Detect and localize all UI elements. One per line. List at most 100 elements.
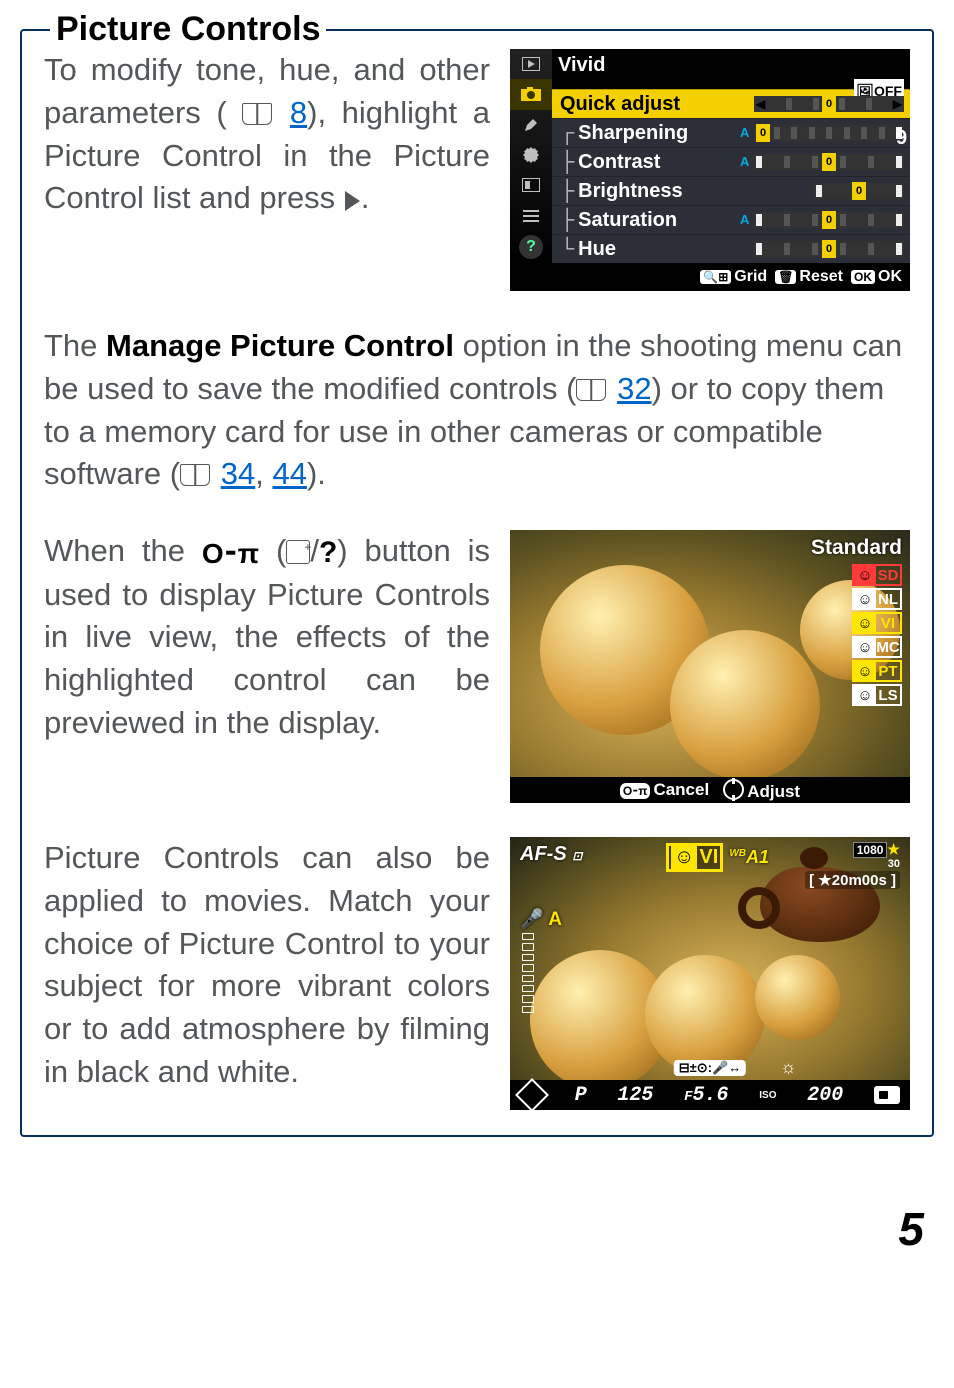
iso-label: ISO [759,1091,776,1100]
book-icon [180,464,210,486]
row-preview: When the O⁃π (/?) button is used to disp… [44,530,910,803]
row-manage: The Manage Picture Control option in the… [44,325,910,496]
menu-item-label: Saturation [578,209,748,232]
playback-tab-icon[interactable] [510,49,552,79]
row-movie: Picture Controls can also be applied to … [44,837,910,1110]
p3-t2: ( [259,533,286,568]
pencil-tab-icon[interactable] [510,110,552,140]
lv-icon [874,1086,900,1104]
slider-contrast[interactable]: A 0 [754,154,904,170]
pc-badge-vi[interactable]: ☺VI [852,612,902,634]
slider-saturation[interactable]: A 0 [754,212,904,228]
shooting-tab-icon[interactable] [510,79,552,109]
exposure-comp-meter: ⊟±⊙:🎤↔ [674,1060,746,1076]
camera-menu-panel: Vivid 🖼OFF ? Quick adjust ◀ [510,49,910,291]
movie-top-overlay: AF-S ⊡ ☺VI WBA1 1080★30 [510,843,910,872]
p3-t3: / [310,533,319,568]
picture-controls-section: Picture Controls To modify tone, hue, an… [20,10,934,1137]
section-title: Picture Controls [50,10,326,49]
iso-value: 200 [807,1084,843,1107]
book-icon [242,103,272,125]
menu-item-label: Quick adjust [560,93,748,116]
brightness-icon: ☼ [780,1057,797,1078]
movie-bottom-overlay: P 125 F5.6 ISO 200 [510,1080,910,1110]
page-number: 5 [0,1167,954,1256]
menu-tab-icons: ? [510,49,552,263]
movie-quality-indicator: 1080★30 [853,843,900,871]
preview-subject [670,630,820,780]
p2-t4: , [255,456,272,491]
link-page-8[interactable]: 8 [290,95,307,130]
pc-badge-pt[interactable]: ☺PT [852,660,902,682]
pc-badge-mc[interactable]: ☺MC [852,636,902,658]
p2-t5: ). [307,456,326,491]
help-tab-icon[interactable]: ? [519,235,543,259]
menu-body: Quick adjust ◀ 0 ▶ ┌Sharpening A [552,89,910,263]
p2-bold: Manage Picture Control [106,328,454,363]
retouch-tab-icon[interactable] [510,170,552,200]
slider-quick-adjust[interactable]: ◀ 0 ▶ [754,96,904,112]
movie-subject [645,955,765,1075]
pc-indicator: ☺VI [666,843,723,872]
mic-level-bars [522,933,534,1013]
af-mode-indicator: AF-S ⊡ [520,843,582,866]
menu-item-sharpening[interactable]: ┌Sharpening A 0 9 [552,118,910,147]
grid-label: Grid [734,268,767,286]
para-4: Picture Controls can also be applied to … [44,837,490,1110]
link-page-32[interactable]: 32 [617,371,651,406]
menu-item-saturation[interactable]: ├Saturation A 0 [552,205,910,234]
menu-item-hue[interactable]: └Hue 0 [552,234,910,263]
menu-item-label: Brightness [578,180,748,203]
row-intro: To modify tone, hue, and other parameter… [44,49,910,291]
link-page-44[interactable]: 44 [272,456,306,491]
p1-t3: . [361,180,370,215]
right-arrow-icon [345,191,360,211]
record-time-remaining: [ ★20m00s ] [805,871,900,889]
menu-item-label: Sharpening [578,122,748,145]
pc-badge-sd[interactable]: ☺SD [852,564,902,586]
mode-indicator: P [575,1084,587,1107]
shutter-speed: 125 [617,1084,653,1107]
slider-sharpening[interactable]: A 0 9 [754,125,904,141]
protect-key-icon: O⁃π [202,535,259,574]
pc-badge-nl[interactable]: ☺NL [852,588,902,610]
ok-label: OK [878,268,902,286]
grid-button[interactable]: 🔍⊞Grid [700,268,767,286]
ok-button[interactable]: OKOK [851,268,902,286]
link-page-34[interactable]: 34 [221,456,255,491]
slider-brightness[interactable]: 0 [814,183,904,199]
para-3: When the O⁃π (/?) button is used to disp… [44,530,490,803]
p2-t1: The [44,328,106,363]
menu-footer: 🔍⊞Grid 🗑Reset OKOK [510,263,910,291]
menu-title-text: Vivid [558,54,605,76]
book-icon [576,379,606,401]
aperture: F5.6 [684,1084,728,1107]
movie-subject [755,955,840,1040]
reset-label: Reset [799,268,843,286]
menu-item-label: Contrast [578,151,748,174]
para-1: To modify tone, hue, and other parameter… [44,49,490,291]
pc-badge-list: ☺SD ☺NL ☺VI ☺MC ☺PT ☺LS [852,564,902,706]
para-2: The Manage Picture Control option in the… [44,325,910,496]
reset-button[interactable]: 🗑Reset [775,268,843,286]
movie-live-view: AF-S ⊡ ☺VI WBA1 1080★30 [ ★20m00s ] 🎤 A … [510,837,910,1110]
retouch-key-icon [286,540,310,564]
slider-hue[interactable]: 0 [754,241,904,257]
mymenu-tab-icon[interactable] [510,201,552,231]
p3-t1: When the [44,533,202,568]
cancel-button[interactable]: O⁃πCancel [620,780,709,800]
wb-indicator: WBA1 [729,847,769,868]
menu-item-label: Hue [578,238,748,261]
menu-item-contrast[interactable]: ├Contrast A 0 [552,147,910,176]
preview-footer: O⁃πCancel Adjust [510,777,910,803]
live-view-preview: Standard ☺SD ☺NL ☺VI ☺MC ☺PT ☺LS O⁃πCanc… [510,530,910,803]
help-key-icon: ? [319,532,337,573]
menu-title: Vivid 🖼OFF [510,49,910,89]
mic-level-indicator: 🎤 A [520,907,562,931]
pc-badge-ls[interactable]: ☺LS [852,684,902,706]
adjust-button[interactable]: Adjust [723,779,800,802]
selected-pc-label: Standard [811,536,902,560]
metering-icon [515,1078,549,1110]
menu-item-brightness[interactable]: ├Brightness 0 [552,176,910,205]
setup-tab-icon[interactable] [510,140,552,170]
